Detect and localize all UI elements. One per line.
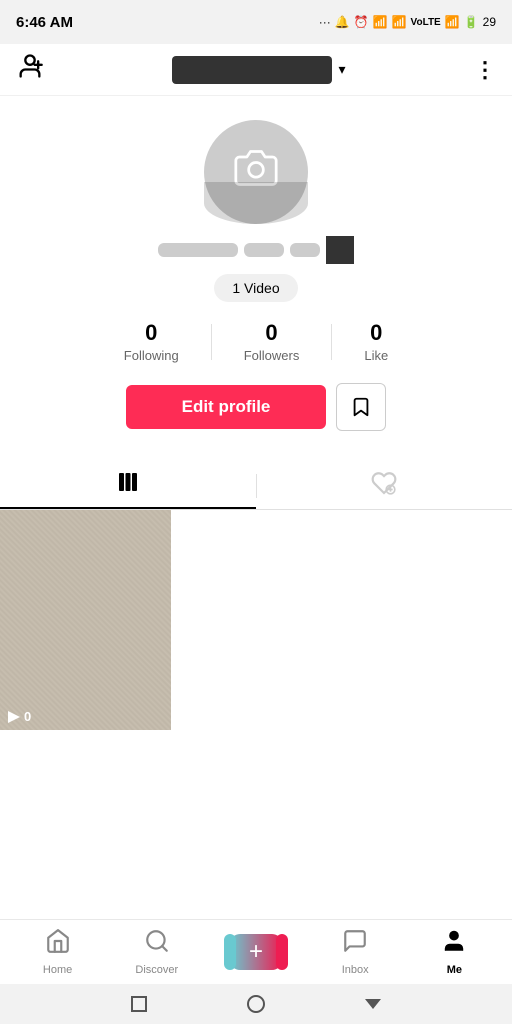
signal-bars-2: 📶 [392, 15, 407, 29]
username-ph-4 [326, 236, 354, 264]
status-icons: ··· 🔔 ⏰ 📶 📶 VoLTE 📶 🔋 29 [319, 15, 496, 29]
battery-level: 29 [483, 15, 496, 29]
top-nav: ▾ ⋮ [0, 44, 512, 96]
video-grid: 0 [0, 510, 512, 750]
more-options-button[interactable]: ⋮ [474, 57, 496, 83]
username-placeholders [158, 236, 354, 264]
home-icon [45, 928, 71, 961]
nav-item-discover[interactable]: Discover [107, 928, 206, 976]
status-time: 6:46 AM [16, 14, 73, 31]
likes-stat[interactable]: 0 Like [332, 320, 420, 363]
avatar[interactable] [204, 120, 308, 224]
add-user-button[interactable] [16, 52, 44, 87]
android-nav-bar [0, 984, 512, 1024]
android-back-button[interactable] [125, 990, 153, 1018]
battery-icon: 🔋 [464, 15, 479, 29]
signal-bars-1: 📶 [373, 15, 388, 29]
alarm-icon: ⏰ [354, 15, 369, 29]
discover-label: Discover [135, 964, 178, 976]
avatar-shadow [204, 182, 308, 224]
following-label: Following [124, 348, 179, 363]
play-count-number: 0 [24, 709, 31, 724]
following-count: 0 [145, 320, 157, 346]
me-label: Me [447, 964, 462, 976]
profile-section: 1 Video 0 Following 0 Followers 0 Like E… [0, 96, 512, 455]
bookmark-button[interactable] [336, 383, 386, 431]
create-button[interactable]: + [230, 934, 282, 970]
bookmark-icon [350, 396, 372, 418]
username-ph-2 [244, 243, 284, 257]
create-button-wrap[interactable]: + [206, 934, 305, 970]
nav-item-inbox[interactable]: Inbox [306, 928, 405, 976]
action-row: Edit profile [126, 383, 387, 431]
android-home-button[interactable] [242, 990, 270, 1018]
video-badge: 1 Video [214, 274, 297, 302]
username-ph-1 [158, 243, 238, 257]
username-ph-3 [290, 243, 320, 257]
dropdown-arrow: ▾ [338, 61, 345, 78]
liked-icon [371, 470, 397, 502]
play-count: 0 [8, 709, 31, 724]
bottom-nav: Home Discover + Inbox [0, 919, 512, 1024]
username-dropdown[interactable]: ▾ [172, 56, 345, 84]
nav-items: Home Discover + Inbox [0, 920, 512, 984]
me-icon [441, 928, 467, 961]
content-tabs [0, 463, 512, 510]
tab-liked[interactable] [257, 463, 512, 509]
back-triangle-icon [365, 999, 381, 1009]
wifi-icon: 📶 [445, 15, 460, 29]
likes-label: Like [364, 348, 388, 363]
followers-stat[interactable]: 0 Followers [212, 320, 332, 363]
home-label: Home [43, 964, 72, 976]
edit-profile-button[interactable]: Edit profile [126, 385, 327, 429]
followers-count: 0 [265, 320, 277, 346]
lte-icon: VoLTE [411, 17, 441, 28]
discover-icon [144, 928, 170, 961]
followers-label: Followers [244, 348, 300, 363]
nav-item-home[interactable]: Home [8, 928, 107, 976]
play-icon [8, 711, 20, 723]
silent-icon: 🔔 [335, 15, 350, 29]
inbox-icon [342, 928, 368, 961]
grid-icon [116, 470, 140, 500]
android-recents-button[interactable] [359, 990, 387, 1018]
inbox-label: Inbox [342, 964, 369, 976]
plus-icon: + [249, 938, 263, 966]
stats-row: 0 Following 0 Followers 0 Like [16, 320, 496, 363]
username-display [172, 56, 332, 84]
home-circle-icon [247, 995, 265, 1013]
status-bar: 6:46 AM ··· 🔔 ⏰ 📶 📶 VoLTE 📶 🔋 29 [0, 0, 512, 44]
signal-dots: ··· [319, 15, 331, 29]
tab-grid[interactable] [0, 463, 256, 509]
recents-icon [131, 996, 147, 1012]
video-thumbnail[interactable]: 0 [0, 510, 171, 730]
nav-item-me[interactable]: Me [405, 928, 504, 976]
following-stat[interactable]: 0 Following [92, 320, 211, 363]
likes-count: 0 [370, 320, 382, 346]
video-texture [0, 510, 171, 730]
